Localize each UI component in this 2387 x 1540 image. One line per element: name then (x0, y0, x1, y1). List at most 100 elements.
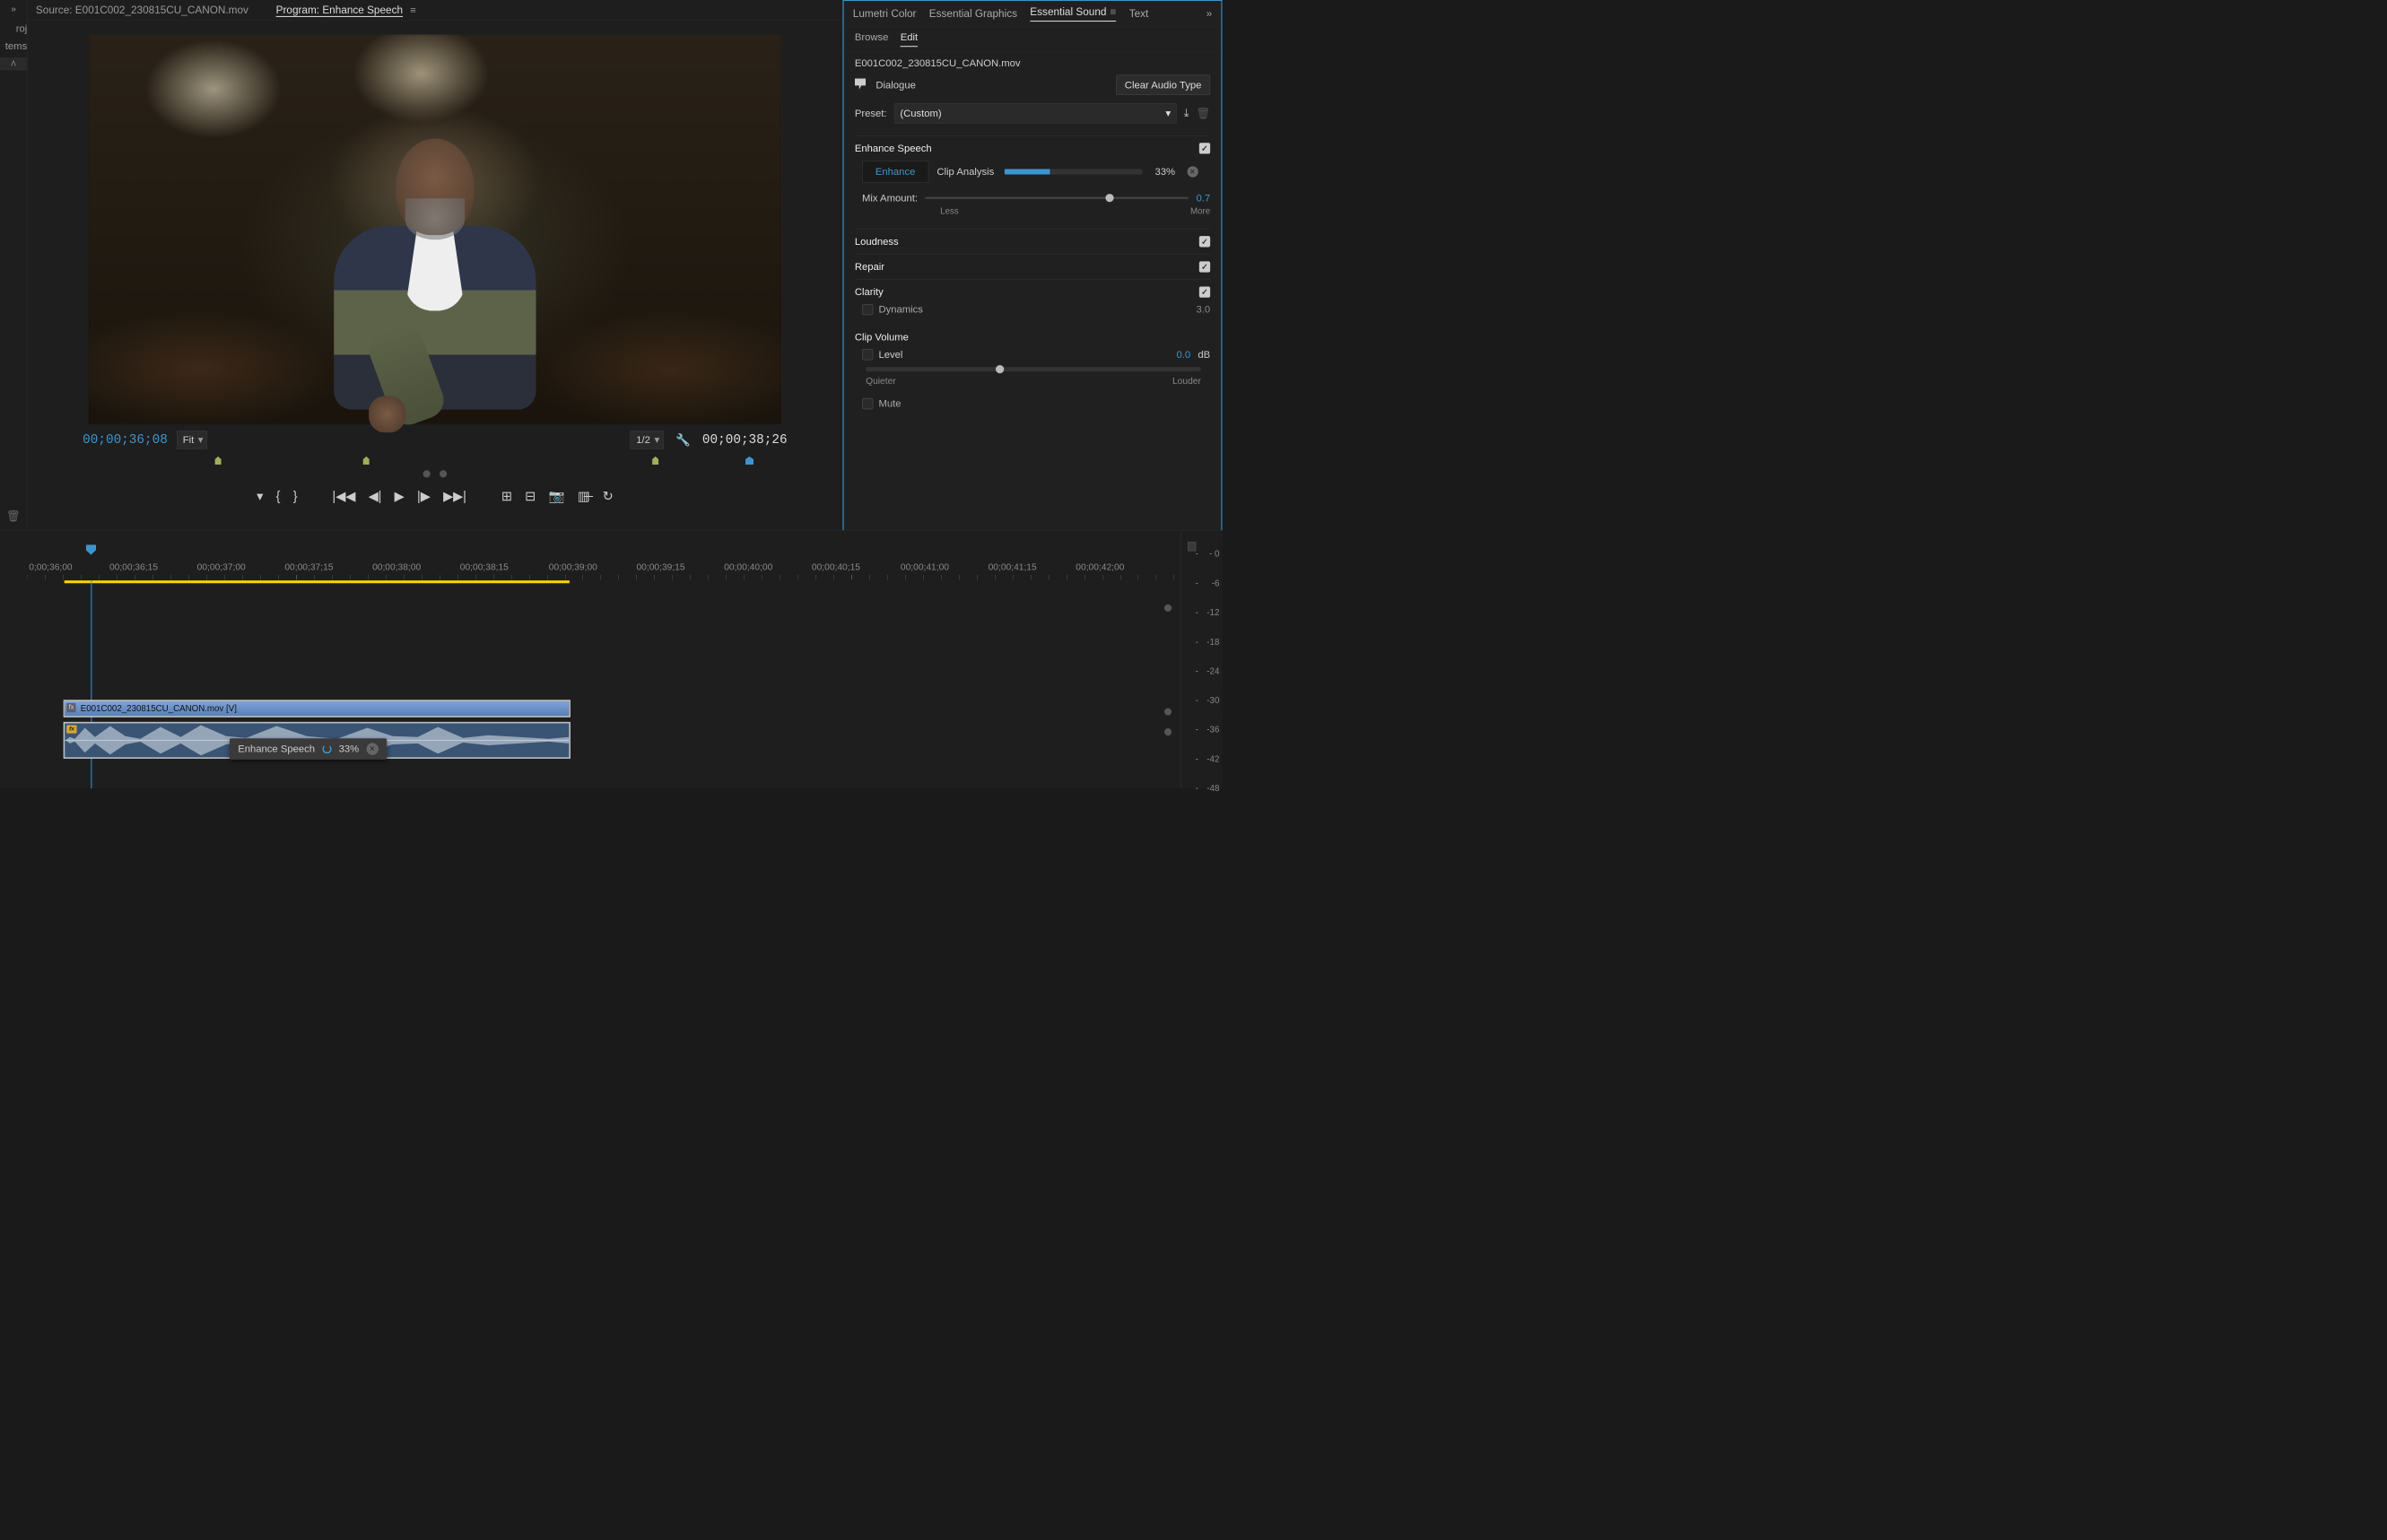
save-preset-icon[interactable]: ⤓ (1184, 107, 1189, 119)
loudness-title[interactable]: Loudness (855, 236, 899, 248)
program-tab[interactable]: Program: Enhance Speech (276, 4, 403, 16)
dynamics-label: Dynamics (878, 303, 922, 315)
loudness-checkbox[interactable]: ✓ (1199, 236, 1210, 247)
add-button-icon[interactable]: ＋ (582, 487, 595, 505)
panel-menu-icon[interactable]: ≡ (1111, 5, 1117, 17)
expand-left-icon[interactable]: » (0, 0, 27, 18)
fx-badge-icon[interactable]: fx (66, 703, 75, 712)
marker-icon[interactable] (652, 457, 658, 465)
mix-amount-value[interactable]: 0.7 (1196, 192, 1210, 204)
enhance-speech-title[interactable]: Enhance Speech (855, 143, 932, 154)
timeline-zoom-handle[interactable] (1164, 728, 1172, 735)
marker-icon[interactable] (745, 457, 754, 465)
scrubber-handle-right[interactable] (440, 470, 447, 477)
volume-slider[interactable] (866, 367, 1201, 371)
tab-text[interactable]: Text (1129, 7, 1149, 20)
settings-wrench-icon[interactable]: 🔧 (675, 433, 691, 448)
tooltip-close-icon[interactable]: ✕ (366, 743, 378, 754)
clip-volume-title: Clip Volume (855, 331, 909, 343)
preset-label: Preset: (855, 108, 887, 119)
trash-icon[interactable]: 🗑 (6, 509, 21, 523)
clear-audio-type-button[interactable]: Clear Audio Type (1116, 74, 1210, 95)
ruler-tick-label: 00;00;42;00 (1076, 562, 1124, 573)
meter-tick-label: -24 (1188, 666, 1220, 676)
current-timecode[interactable]: 00;00;36;08 (83, 433, 168, 448)
ruler-tick-label: 00;00;38;00 (372, 562, 421, 573)
meter-tick-label: -6 (1188, 579, 1220, 588)
export-frame-icon[interactable]: 📷 (549, 489, 565, 504)
ruler-tick-label: 00;00;40;00 (724, 562, 772, 573)
ruler-tick-label: 00;00;39;00 (549, 562, 597, 573)
program-monitor: Source: E001C002_230815CU_CANON.mov Prog… (28, 0, 843, 530)
tooltip-pct: 33% (339, 743, 360, 754)
analysis-pct: 33% (1154, 166, 1175, 178)
resolution-dropdown[interactable]: 1/2 (631, 431, 664, 448)
tab-lumetri[interactable]: Lumetri Color (853, 7, 917, 20)
step-back-icon[interactable]: ◀| (369, 489, 382, 504)
clarity-title[interactable]: Clarity (855, 286, 884, 298)
scrubber-handle-left[interactable] (423, 470, 431, 477)
ruler-tick-label: 00;00;37;15 (284, 562, 333, 573)
timeline-zoom-handle[interactable] (1164, 709, 1172, 716)
mark-out-icon[interactable]: } (293, 489, 298, 503)
tab-essential-sound[interactable]: Essential Sound≡ (1030, 5, 1116, 22)
selected-clip-name: E001C002_230815CU_CANON.mov (855, 57, 1210, 69)
video-clip[interactable]: fx E001C002_230815CU_CANON.mov [V] (65, 700, 570, 716)
dynamics-checkbox[interactable]: ✓ (862, 304, 873, 315)
step-forward-icon[interactable]: |▶ (417, 489, 431, 504)
collapse-icon[interactable]: ᐱ (0, 57, 27, 70)
expand-right-icon[interactable]: » (1207, 7, 1213, 20)
goto-out-icon[interactable]: ▶▶| (443, 489, 466, 504)
play-icon[interactable]: ▶ (395, 489, 405, 504)
lift-icon[interactable]: ⊞ (501, 489, 512, 504)
analysis-progress (1005, 169, 1143, 174)
ruler-tick-label: 00;00;41;15 (989, 562, 1037, 573)
repair-title[interactable]: Repair (855, 261, 884, 273)
mute-checkbox[interactable]: ✓ (862, 398, 873, 409)
level-checkbox[interactable]: ✓ (862, 349, 873, 360)
source-tab[interactable]: Source: E001C002_230815CU_CANON.mov (36, 4, 248, 16)
markers-bar[interactable] (74, 457, 797, 468)
processing-tooltip: Enhance Speech 33% ✕ (230, 738, 387, 760)
timeline-zoom-handle[interactable] (1164, 605, 1172, 612)
mix-amount-slider[interactable] (925, 197, 1189, 199)
delete-preset-icon: 🗑 (1197, 107, 1211, 120)
level-value[interactable]: 0.0 (1176, 349, 1190, 361)
timeline[interactable]: 0;00;36;0000;00;36;1500;00;37;0000;00;37… (28, 531, 1181, 788)
dynamics-value: 3.0 (1196, 303, 1210, 315)
duration-timecode: 00;00;38;26 (702, 433, 788, 448)
time-ruler[interactable]: 0;00;36;0000;00;36;1500;00;37;0000;00;37… (28, 562, 1181, 582)
video-clip-label: E001C002_230815CU_CANON.mov [V] (81, 704, 237, 714)
repair-checkbox[interactable]: ✓ (1199, 261, 1210, 272)
zoom-fit-dropdown[interactable]: Fit (177, 431, 207, 448)
marker-icon[interactable] (363, 457, 370, 465)
mark-in-icon[interactable]: { (276, 489, 281, 503)
marker-icon[interactable] (215, 457, 222, 465)
ruler-tick-label: 00;00;37;00 (197, 562, 246, 573)
ruler-tick-label: 0;00;36;00 (29, 562, 72, 573)
preset-dropdown[interactable]: (Custom)▾ (894, 103, 1177, 124)
clarity-checkbox[interactable]: ✓ (1199, 286, 1210, 297)
audio-type-label: Dialogue (876, 79, 915, 91)
work-area-bar[interactable] (65, 580, 570, 583)
enhance-speech-checkbox[interactable]: ✓ (1199, 143, 1210, 153)
video-preview[interactable] (88, 34, 781, 424)
extract-icon[interactable]: ⊟ (525, 489, 536, 504)
enhance-button[interactable]: Enhance (862, 161, 928, 183)
ruler-tick-label: 00;00;40;15 (812, 562, 860, 573)
meter-tick-label: - 0 (1188, 549, 1220, 559)
goto-in-icon[interactable]: |◀◀ (332, 489, 355, 504)
project-sidebar: » roj tems ᐱ 🗑 (0, 0, 28, 530)
db-label: dB (1198, 349, 1210, 361)
meter-tick-label: -48 (1188, 784, 1220, 794)
playhead-handle[interactable] (86, 544, 96, 554)
subtab-browse[interactable]: Browse (855, 31, 889, 47)
subtab-edit[interactable]: Edit (901, 31, 918, 47)
cancel-analysis-icon[interactable]: ✕ (1187, 166, 1198, 177)
add-marker-icon[interactable]: ▾ (257, 489, 263, 504)
tooltip-label: Enhance Speech (238, 743, 315, 754)
tab-essential-graphics[interactable]: Essential Graphics (929, 7, 1017, 20)
panel-menu-icon[interactable]: ≡ (410, 4, 416, 15)
meter-tick-label: -18 (1188, 637, 1220, 647)
proxy-toggle-icon[interactable]: ↻ (603, 489, 614, 504)
